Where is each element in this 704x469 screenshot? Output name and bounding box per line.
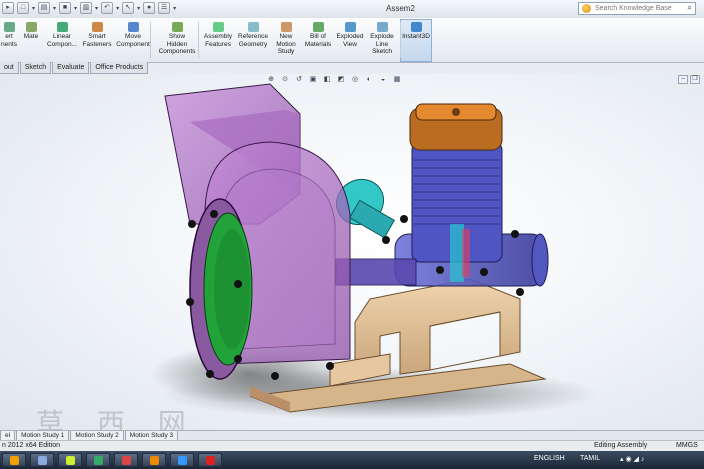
tab-sketch[interactable]: Sketch bbox=[19, 62, 52, 74]
taskbar-item[interactable] bbox=[2, 453, 26, 467]
smart-fasteners-icon bbox=[91, 22, 103, 32]
assembly-features-icon bbox=[212, 22, 224, 32]
ribbon-separator bbox=[198, 22, 199, 58]
assembly-model[interactable] bbox=[0, 74, 704, 430]
explode-line-sketch-icon bbox=[376, 22, 388, 32]
taskbar-item[interactable] bbox=[30, 453, 54, 467]
search-input[interactable]: Search Knowledge Base bbox=[595, 5, 672, 12]
ribbon-button-bill-of-materials[interactable]: Bill of Materials bbox=[304, 20, 332, 62]
chevron-down-icon[interactable]: ▾ bbox=[116, 5, 119, 12]
search-icon[interactable]: ⌕ bbox=[688, 3, 692, 13]
taskbar: ENGLISH TAMIL ▴ ◉ ◢ ♪ bbox=[0, 451, 704, 469]
ribbon-button-move-component[interactable]: Move Component bbox=[114, 20, 152, 62]
units-indicator[interactable]: MMGS bbox=[676, 442, 698, 449]
open-folder-icon[interactable]: ▤ bbox=[38, 2, 51, 14]
new-document-icon[interactable]: □ bbox=[17, 2, 29, 14]
options-icon[interactable]: ☰ bbox=[158, 2, 171, 14]
ribbon-button-mate[interactable]: Mate bbox=[20, 20, 42, 62]
tab-evaluate[interactable]: Evaluate bbox=[52, 62, 90, 74]
ribbon-button-label: Exploded View bbox=[336, 33, 364, 48]
ribbon-separator bbox=[400, 22, 401, 58]
chevron-down-icon[interactable]: ▾ bbox=[32, 5, 35, 12]
taskbar-item[interactable] bbox=[170, 453, 194, 467]
bill-of-materials-icon bbox=[312, 22, 324, 32]
print-icon[interactable]: ▥ bbox=[80, 2, 93, 14]
ribbon-button-label: Mate bbox=[23, 33, 39, 40]
ribbon-button-label: Show Hidden Components bbox=[158, 33, 196, 55]
ribbon-button-insert-components[interactable]: ert nents bbox=[0, 20, 18, 62]
undo-icon[interactable]: ↶ bbox=[101, 2, 114, 14]
ribbon-button-linear-pattern[interactable]: Linear Compon... bbox=[46, 20, 78, 62]
taskbar-item-solidworks[interactable] bbox=[198, 453, 222, 467]
tray-icons[interactable]: ▴ ◉ ◢ ♪ bbox=[620, 455, 644, 463]
app-icon bbox=[177, 456, 187, 465]
taskbar-item[interactable] bbox=[86, 453, 110, 467]
tab-layout[interactable]: out bbox=[0, 62, 19, 74]
ribbon-button-assembly-features[interactable]: Assembly Features bbox=[202, 20, 234, 62]
chevron-down-icon[interactable]: ▾ bbox=[53, 5, 56, 12]
app-icon bbox=[121, 456, 131, 465]
title-bar: ▸ □ ▾ ▤ ▾ ■ ▾ ▥ ▾ ↶ ▾ ↖ ▾ ● ☰ ▾ Assem2 S… bbox=[0, 0, 704, 19]
ribbon-button-smart-fasteners[interactable]: Smart Fasteners bbox=[82, 20, 112, 62]
reference-geometry-icon bbox=[247, 22, 259, 32]
solidworks-icon bbox=[205, 456, 215, 465]
ribbon-button-explode-line-sketch[interactable]: Explode Line Sketch bbox=[368, 20, 396, 62]
chevron-down-icon[interactable]: ▾ bbox=[173, 5, 176, 12]
ribbon-button-label: New Motion Study bbox=[276, 33, 296, 55]
language-indicator[interactable]: ENGLISH bbox=[534, 455, 565, 462]
move-component-icon bbox=[127, 22, 139, 32]
taskbar-item[interactable] bbox=[114, 453, 138, 467]
quick-access-toolbar: ▸ □ ▾ ▤ ▾ ■ ▾ ▥ ▾ ↶ ▾ ↖ ▾ ● ☰ ▾ bbox=[2, 2, 176, 14]
keyboard-indicator[interactable]: TAMIL bbox=[580, 455, 600, 462]
tab-office-products[interactable]: Office Products bbox=[90, 62, 149, 74]
save-icon[interactable]: ■ bbox=[59, 2, 72, 14]
ribbon-button-label: Bill of Materials bbox=[304, 33, 332, 48]
document-title: Assem2 bbox=[386, 4, 415, 13]
ribbon-separator bbox=[150, 22, 151, 58]
app-icon bbox=[9, 456, 19, 465]
ribbon-button-label: Instant3D bbox=[402, 33, 430, 40]
watermark: 草 西 网 bbox=[36, 407, 198, 430]
insert-components-icon bbox=[3, 22, 15, 32]
ribbon-button-label: Smart Fasteners bbox=[82, 33, 112, 48]
cylinder-head[interactable] bbox=[409, 103, 503, 151]
ribbon-button-label: Assembly Features bbox=[203, 33, 233, 48]
solidworks-resources-icon bbox=[582, 4, 591, 13]
ribbon-button-motion-study[interactable]: New Motion Study bbox=[272, 20, 300, 62]
select-pointer-icon[interactable]: ↖ bbox=[122, 2, 135, 14]
chevron-down-icon[interactable]: ▾ bbox=[74, 5, 77, 12]
ribbon-button-reference-geometry[interactable]: Reference Geometry bbox=[236, 20, 270, 62]
graphics-area[interactable]: ⊕ ⊙ ↺ ▣ ◧ ◩ ◎ ◐ ◒ ▦ – ❐ 草 西 网 bbox=[0, 74, 704, 430]
app-icon bbox=[149, 456, 159, 465]
app-icon bbox=[37, 456, 47, 465]
ribbon-button-exploded-view[interactable]: Exploded View bbox=[334, 20, 366, 62]
ribbon-button-label: Reference Geometry bbox=[238, 33, 268, 48]
taskbar-item[interactable] bbox=[58, 453, 82, 467]
chevron-down-icon[interactable]: ▾ bbox=[137, 5, 140, 12]
instant3d-icon bbox=[410, 22, 422, 32]
solidworks-menu-icon[interactable]: ▸ bbox=[2, 2, 14, 14]
command-manager-ribbon: ert nents Mate Linear Compon... Smart Faste… bbox=[0, 18, 704, 63]
rebuild-icon[interactable]: ● bbox=[143, 2, 156, 14]
engine-block[interactable] bbox=[394, 141, 549, 287]
ribbon-button-show-hidden[interactable]: Show Hidden Components bbox=[154, 20, 200, 62]
app-icon bbox=[65, 456, 75, 465]
search-knowledge-base[interactable]: Search Knowledge Base ⌕ bbox=[578, 2, 696, 15]
editing-mode-text: Editing Assembly bbox=[594, 442, 648, 449]
ribbon-button-label: Linear Compon... bbox=[47, 33, 77, 48]
linear-pattern-icon bbox=[56, 22, 68, 32]
ribbon-button-instant3d[interactable]: Instant3D bbox=[400, 19, 432, 62]
exploded-view-icon bbox=[344, 22, 356, 32]
app-icon bbox=[93, 456, 103, 465]
edition-text: n 2012 x64 Edition bbox=[2, 442, 60, 449]
taskbar-item[interactable] bbox=[142, 453, 166, 467]
mate-icon bbox=[25, 22, 37, 32]
command-tabs: out Sketch Evaluate Office Products bbox=[0, 62, 149, 74]
chevron-down-icon[interactable]: ▾ bbox=[95, 5, 98, 12]
motion-study-icon bbox=[280, 22, 292, 32]
ribbon-button-label: ert nents bbox=[1, 33, 17, 48]
ribbon-button-label: Explode Line Sketch bbox=[370, 33, 394, 55]
show-hidden-icon bbox=[171, 22, 183, 32]
ribbon-button-label: Move Component bbox=[116, 33, 150, 48]
